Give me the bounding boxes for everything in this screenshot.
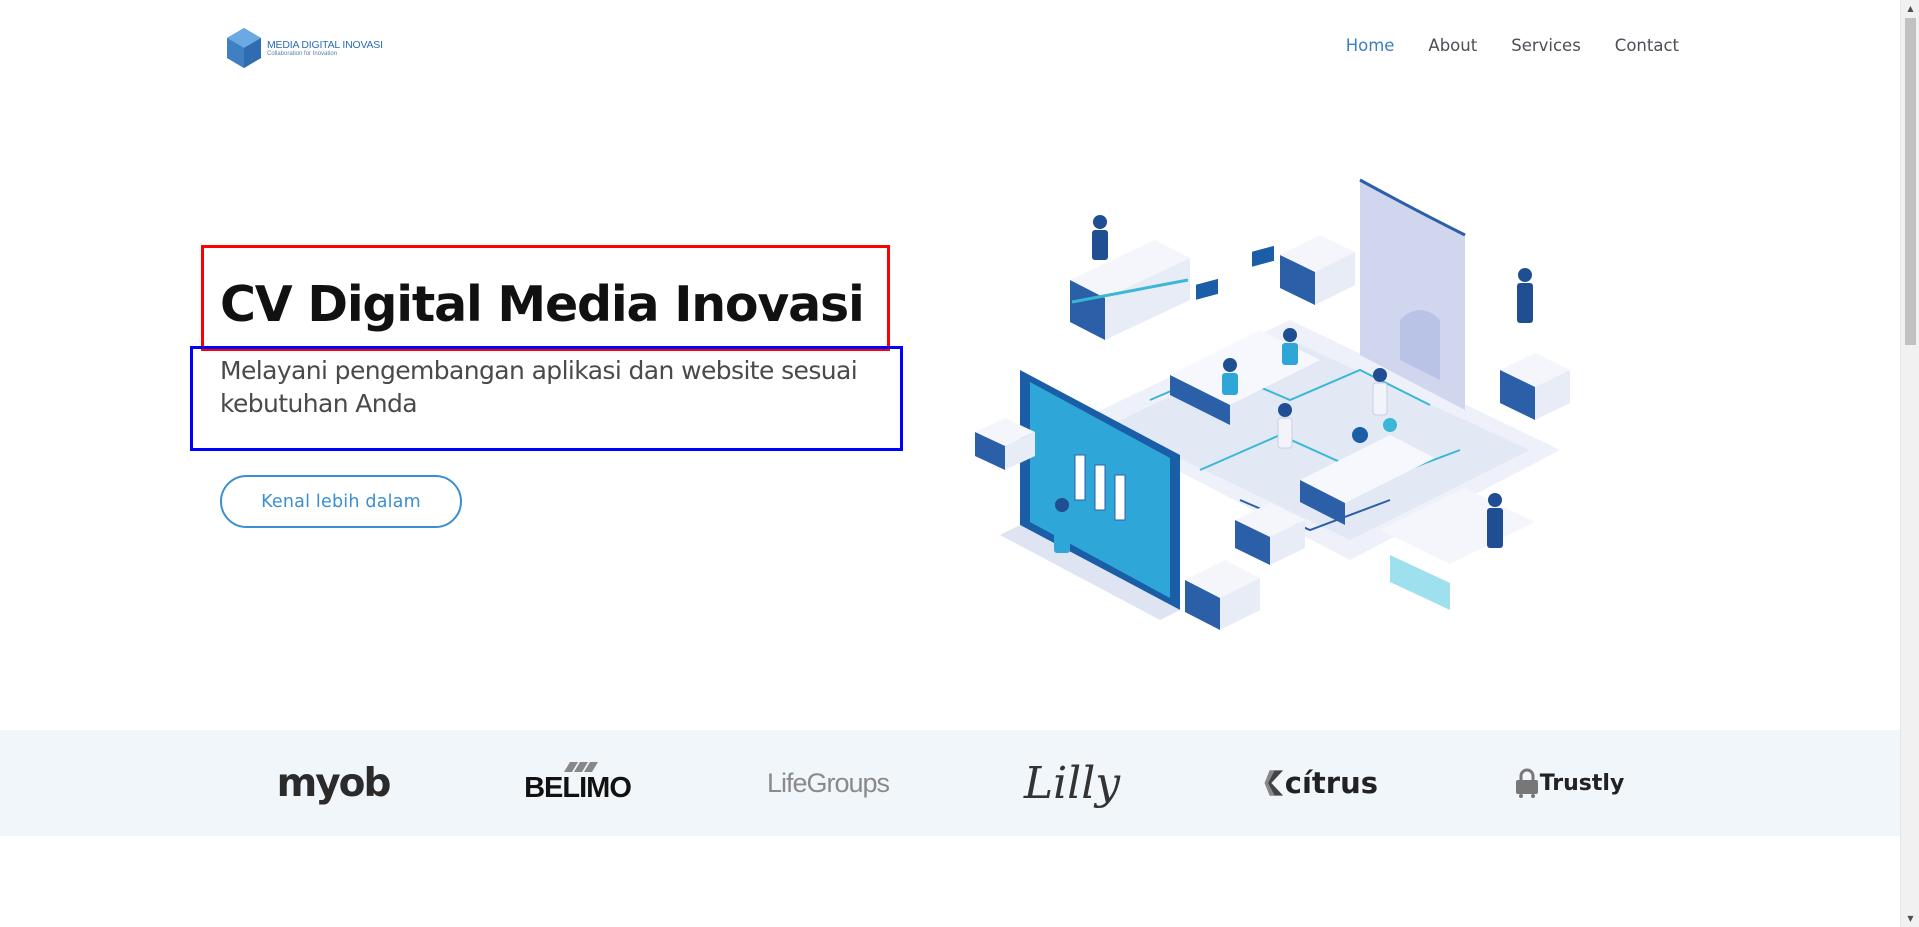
logo-title: MEDIA DIGITAL INOVASI xyxy=(267,38,383,51)
client-logo-lilly: Lilly xyxy=(1023,757,1121,809)
nav-services-link[interactable]: Services xyxy=(1511,36,1581,55)
client-logo-citrus: cítrus xyxy=(1263,730,1378,836)
client-logo-myob: myob xyxy=(276,760,392,806)
site-header: MEDIA DIGITAL INOVASI Collaboration for … xyxy=(0,0,1900,95)
page: MEDIA DIGITAL INOVASI Collaboration for … xyxy=(0,0,1900,927)
learn-more-button[interactable]: Kenal lebih dalam xyxy=(220,475,462,528)
client-logo-citrus-text: cítrus xyxy=(1284,766,1378,800)
isometric-tech-lab-illustration xyxy=(975,178,1570,630)
client-logos-band: myob BELIMO LifeGroups Lilly cítrus Trus… xyxy=(0,730,1900,836)
hero-subtitle: Melayani pengembangan aplikasi dan websi… xyxy=(220,356,858,418)
scroll-up-arrow-icon[interactable]: ▲ xyxy=(1901,0,1919,17)
scroll-thumb[interactable] xyxy=(1905,18,1916,345)
trustly-lock-icon xyxy=(1515,768,1538,798)
nav-about-link[interactable]: About xyxy=(1428,36,1477,55)
main-nav: Home About Services Contact xyxy=(1346,36,1679,55)
site-logo[interactable]: MEDIA DIGITAL INOVASI Collaboration for … xyxy=(225,25,385,70)
client-logo-trustly-text: Trustly xyxy=(1539,770,1625,796)
hexagon-cube-logo-icon xyxy=(227,27,261,68)
client-logo-lifegroups: LifeGroups xyxy=(766,767,890,798)
vertical-scrollbar[interactable]: ▲ ▼ xyxy=(1900,0,1919,927)
nav-home-link[interactable]: Home xyxy=(1346,36,1395,55)
logo-tagline: Collaboration for Inovation xyxy=(267,50,338,57)
belimo-stripes-icon xyxy=(563,761,598,772)
hero-title: CV Digital Media Inovasi xyxy=(220,276,865,333)
citrus-leaf-icon xyxy=(1264,770,1284,796)
client-logo-belimo-text: BELIMO xyxy=(524,771,632,804)
client-logo-belimo: BELIMO xyxy=(520,730,635,836)
scroll-down-arrow-icon[interactable]: ▼ xyxy=(1901,910,1919,927)
client-logo-trustly: Trustly xyxy=(1510,730,1628,836)
nav-contact-link[interactable]: Contact xyxy=(1615,36,1679,55)
